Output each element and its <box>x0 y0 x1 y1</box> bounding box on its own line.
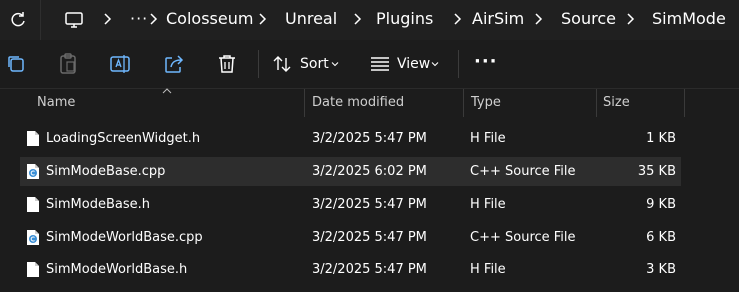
column-resize-handle[interactable] <box>463 89 464 117</box>
sort-button[interactable]: Sort <box>268 48 348 80</box>
file-size: 6 KB <box>646 230 676 245</box>
h-file-icon <box>27 197 39 212</box>
file-date: 3/2/2025 5:47 PM <box>312 131 427 146</box>
toolbar-divider <box>258 50 259 78</box>
address-divider <box>40 0 41 40</box>
h-file-icon <box>27 262 39 277</box>
chevron-right-icon <box>535 13 543 25</box>
h-file-icon <box>27 131 39 146</box>
file-row[interactable]: LoadingScreenWidget.h 3/2/2025 5:47 PM H… <box>20 124 681 153</box>
file-date: 3/2/2025 5:47 PM <box>312 197 427 212</box>
file-type: H File <box>470 197 506 212</box>
chevron-right-icon <box>259 13 267 25</box>
chevron-down-icon <box>431 62 439 67</box>
view-label: View <box>397 56 431 72</box>
column-header-date[interactable]: Date modified <box>312 88 404 118</box>
chevron-right-icon <box>627 13 635 25</box>
this-pc-icon[interactable] <box>64 10 84 30</box>
file-date: 3/2/2025 6:02 PM <box>312 164 427 179</box>
sort-icon <box>273 56 291 72</box>
column-header-name[interactable]: Name <box>37 88 75 118</box>
paste-icon[interactable] <box>56 52 80 76</box>
sort-ascending-icon <box>162 88 172 94</box>
file-type: C++ Source File <box>470 164 576 179</box>
breadcrumb-item-plugins[interactable]: Plugins <box>370 2 439 36</box>
file-name: SimModeBase.h <box>46 197 150 212</box>
breadcrumb-item-unreal[interactable]: Unreal <box>279 2 343 36</box>
column-resize-handle[interactable] <box>596 89 597 117</box>
chevron-down-icon <box>331 62 339 67</box>
file-name: LoadingScreenWidget.h <box>46 131 201 146</box>
delete-icon[interactable] <box>215 52 239 76</box>
file-type: H File <box>470 131 506 146</box>
file-date: 3/2/2025 5:47 PM <box>312 262 427 277</box>
file-name: SimModeWorldBase.h <box>46 262 188 277</box>
column-header-type[interactable]: Type <box>471 88 501 118</box>
file-size: 9 KB <box>646 197 676 212</box>
column-resize-handle[interactable] <box>304 89 305 117</box>
cpp-file-icon <box>27 164 39 179</box>
copy-icon[interactable] <box>4 52 28 76</box>
file-row[interactable]: SimModeBase.cpp 3/2/2025 6:02 PM C++ Sou… <box>20 157 681 186</box>
breadcrumb-item-source[interactable]: Source <box>555 2 622 36</box>
file-name: SimModeWorldBase.cpp <box>46 230 203 245</box>
file-date: 3/2/2025 5:47 PM <box>312 230 427 245</box>
sort-label: Sort <box>300 56 329 72</box>
chevron-right-icon <box>104 13 112 25</box>
file-size: 35 KB <box>637 164 676 179</box>
breadcrumb-item-colosseum[interactable]: Colosseum <box>160 2 259 36</box>
column-resize-handle[interactable] <box>684 89 685 117</box>
file-row[interactable]: SimModeBase.h 3/2/2025 5:47 PM H File 9 … <box>20 190 681 219</box>
column-header-size[interactable]: Size <box>603 88 630 118</box>
cpp-file-icon <box>27 230 39 245</box>
command-bar: Sort View ··· <box>0 40 739 89</box>
file-size: 3 KB <box>646 262 676 277</box>
view-list-icon <box>371 57 389 71</box>
chevron-right-icon <box>354 13 362 25</box>
refresh-icon[interactable] <box>8 10 28 30</box>
more-options-button[interactable]: ··· <box>474 52 498 72</box>
file-size: 1 KB <box>646 131 676 146</box>
view-button[interactable]: View <box>364 48 448 80</box>
address-bar: ··· Colosseum Unreal Plugins AirSim Sour… <box>0 0 739 41</box>
toolbar-divider <box>458 50 459 78</box>
file-type: H File <box>470 262 506 277</box>
breadcrumb-item-airsim[interactable]: AirSim <box>466 2 530 36</box>
chevron-right-icon <box>150 13 158 25</box>
breadcrumb-item-simmode[interactable]: SimMode <box>646 2 732 36</box>
file-row[interactable]: SimModeWorldBase.h 3/2/2025 5:47 PM H Fi… <box>20 255 681 284</box>
file-name: SimModeBase.cpp <box>46 164 166 179</box>
rename-icon[interactable] <box>108 52 132 76</box>
file-row[interactable]: SimModeWorldBase.cpp 3/2/2025 5:47 PM C+… <box>20 223 681 252</box>
chevron-right-icon <box>454 13 462 25</box>
share-icon[interactable] <box>162 52 186 76</box>
file-type: C++ Source File <box>470 230 576 245</box>
